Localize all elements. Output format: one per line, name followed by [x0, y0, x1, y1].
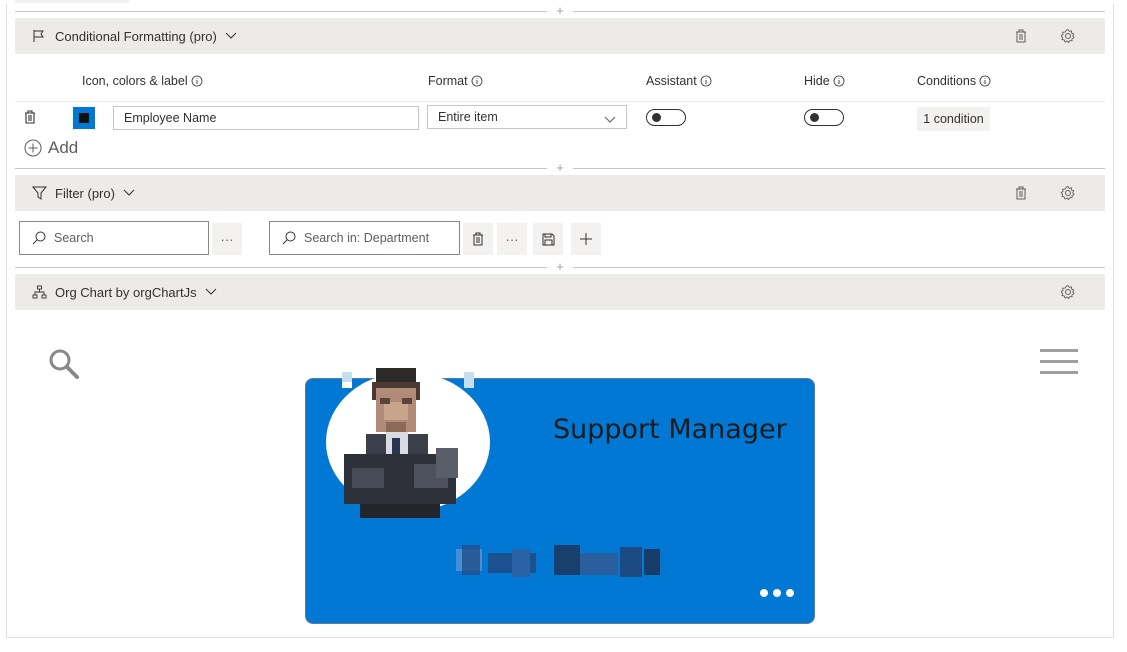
toggle-knob: [810, 113, 819, 122]
gear-icon[interactable]: [1060, 284, 1076, 300]
save-icon: [542, 233, 554, 245]
add-section-plus-icon[interactable]: +: [547, 161, 573, 175]
delete-filter-button[interactable]: [463, 223, 493, 255]
search-placeholder: Search: [54, 231, 94, 245]
hamburger-menu-icon[interactable]: [1040, 349, 1078, 375]
dot: [786, 589, 794, 597]
section-divider: +: [15, 4, 1105, 18]
column-header-text: Format: [428, 74, 468, 88]
redacted-employee-name: [456, 545, 660, 577]
info-icon[interactable]: [191, 75, 203, 87]
search-icon: [32, 231, 46, 245]
chevron-down-icon: [604, 110, 616, 132]
chevron-down-icon[interactable]: [123, 189, 135, 197]
avatar: [342, 368, 474, 518]
info-icon[interactable]: [471, 75, 483, 87]
search-in-placeholder: Search in: Department: [304, 231, 430, 245]
format-dropdown[interactable]: Entire item: [427, 105, 627, 129]
filter-funnel-icon: [31, 185, 47, 201]
chevron-down-icon[interactable]: [225, 32, 237, 40]
section-divider: +: [15, 161, 1105, 175]
info-icon[interactable]: [833, 75, 845, 87]
org-chart-icon: [31, 284, 47, 300]
filter-header[interactable]: Filter (pro): [15, 175, 1105, 211]
add-section-plus-icon[interactable]: +: [547, 260, 573, 274]
plus-icon: [580, 233, 592, 245]
add-label: Add: [48, 138, 79, 157]
info-icon[interactable]: [700, 75, 712, 87]
hide-toggle[interactable]: [804, 109, 844, 126]
column-header-icon-colors-label: Icon, colors & label: [82, 74, 203, 88]
column-header-conditions: Conditions: [917, 74, 991, 88]
dot: [760, 589, 768, 597]
card-more-options-icon[interactable]: [760, 589, 794, 597]
info-icon[interactable]: [979, 75, 991, 87]
search-icon: [282, 231, 296, 245]
gear-icon[interactable]: [1060, 28, 1076, 44]
dot: [773, 589, 781, 597]
flag-icon: [31, 28, 47, 44]
conditions-button[interactable]: 1 condition: [917, 107, 990, 131]
search-in-department-input[interactable]: Search in: Department: [269, 221, 460, 255]
icon-swatch-inner: [79, 113, 89, 123]
column-header-hide: Hide: [804, 74, 845, 88]
section-divider: +: [15, 260, 1105, 274]
toggle-knob: [652, 113, 661, 122]
assistant-toggle[interactable]: [646, 109, 686, 126]
delete-section-trash-icon[interactable]: [1013, 185, 1029, 201]
search-more-button[interactable]: ···: [212, 223, 242, 255]
org-chart-header[interactable]: Org Chart by orgChartJs: [15, 274, 1105, 310]
column-header-text: Assistant: [646, 74, 697, 88]
format-dropdown-value: Entire item: [438, 110, 498, 124]
add-rule-button[interactable]: Add: [24, 138, 78, 158]
trash-icon: [473, 232, 483, 246]
add-filter-button[interactable]: [571, 223, 601, 255]
column-header-text: Hide: [804, 74, 830, 88]
delete-rule-trash-icon[interactable]: [24, 110, 38, 124]
search-input[interactable]: Search: [19, 221, 209, 255]
save-filter-button[interactable]: [533, 223, 563, 255]
delete-section-trash-icon[interactable]: [1013, 28, 1029, 44]
card-job-title: Support Manager: [553, 414, 787, 445]
add-section-plus-icon[interactable]: +: [547, 4, 573, 18]
top-tab-remnant: [15, 0, 130, 3]
add-circle-icon: [24, 139, 42, 157]
section-title: Conditional Formatting (pro): [55, 28, 217, 44]
hamburger-line: [1040, 349, 1078, 352]
header-row-separator: [15, 101, 1105, 102]
hamburger-line: [1040, 371, 1078, 374]
column-header-assistant: Assistant: [646, 74, 712, 88]
color-swatch[interactable]: [73, 107, 95, 129]
chevron-down-icon[interactable]: [205, 288, 217, 296]
section-title: Org Chart by orgChartJs: [55, 284, 197, 300]
gear-icon[interactable]: [1060, 185, 1076, 201]
filter-more-button[interactable]: ···: [497, 223, 527, 255]
magnifier-search-icon[interactable]: [48, 348, 80, 385]
column-header-format: Format: [428, 74, 483, 88]
section-title: Filter (pro): [55, 185, 115, 201]
conditional-formatting-header[interactable]: Conditional Formatting (pro): [15, 18, 1105, 54]
hamburger-line: [1040, 360, 1078, 363]
label-field[interactable]: Employee Name: [113, 106, 419, 130]
column-header-text: Conditions: [917, 74, 977, 88]
column-header-text: Icon, colors & label: [82, 74, 188, 88]
